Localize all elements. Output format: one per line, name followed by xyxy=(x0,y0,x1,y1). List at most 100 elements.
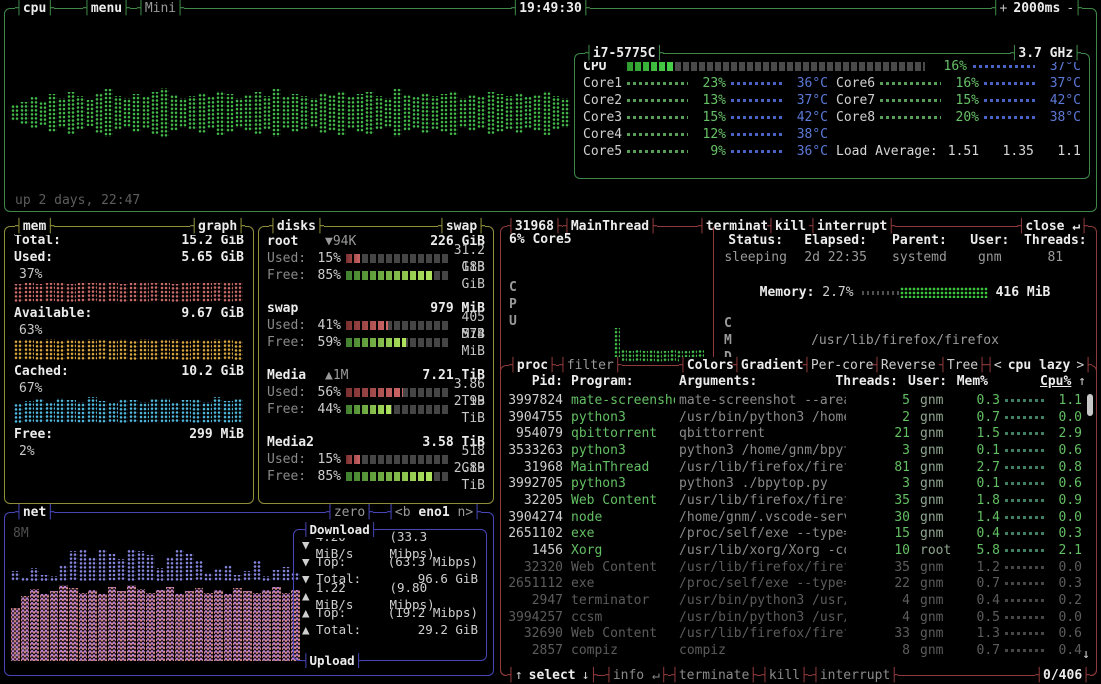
option-per-core[interactable]: ┤Per-core├ xyxy=(803,357,881,374)
process-row[interactable]: 3997824mate-screenshomate-screenshot --a… xyxy=(507,392,1086,409)
rate-decrease-button[interactable]: - xyxy=(1066,0,1074,17)
footer-interrupt[interactable]: ┤interrupt├ xyxy=(812,667,898,684)
graph-bar xyxy=(132,94,140,132)
process-arguments: /usr/bin/python3 /usr/bin/ter xyxy=(679,592,846,609)
net-zero-button[interactable]: ┤zero├ xyxy=(326,504,373,521)
process-row[interactable]: 2947terminator/usr/bin/python3 /usr/bin/… xyxy=(507,592,1086,609)
process-row[interactable]: 2857compizcompiz8gnm0.70.4 xyxy=(507,642,1086,659)
direction-arrow-icon: ▼ xyxy=(302,536,316,553)
core-label: Core3 xyxy=(583,109,627,126)
disk-line-label: Free: xyxy=(267,401,311,418)
graph-bar xyxy=(11,571,20,581)
graph-bar xyxy=(198,93,206,133)
footer-kill[interactable]: ┤kill├ xyxy=(761,667,808,684)
process-row[interactable]: 2651112exe/proc/self/exe --type=rendere2… xyxy=(507,576,1086,593)
column-cpu[interactable]: Cpu% xyxy=(1040,373,1070,390)
load-average-values: 1.51 1.35 1.1 xyxy=(948,143,1081,160)
process-program: Web Content xyxy=(571,559,675,576)
process-row[interactable]: 32690Web Content/usr/lib/firefox/firefox… xyxy=(507,626,1086,643)
graph-bar xyxy=(649,350,655,362)
tab-filter[interactable]: ┤filter├ xyxy=(559,357,622,374)
disk-entry: root▼94K226 GiBUsed:15%31.2 GiBFree:85%1… xyxy=(267,233,485,284)
graph-bar xyxy=(272,89,280,136)
footer-info[interactable]: ┤info ↵├ xyxy=(605,667,668,684)
scroll-down-icon[interactable]: ↓ xyxy=(1082,646,1090,663)
footer-terminate[interactable]: ┤terminate├ xyxy=(671,667,757,684)
option-gradient[interactable]: ┤Gradient├ xyxy=(733,357,811,374)
graph-bar xyxy=(347,97,355,128)
graph-bar xyxy=(14,340,23,360)
process-arguments: /proc/self/exe --type=rendere xyxy=(679,575,846,592)
column-threads[interactable]: Threads: xyxy=(834,373,898,390)
graph-bar xyxy=(635,350,641,362)
disk-line-percent: 15% xyxy=(311,250,341,267)
process-row[interactable]: 1456Xorg/usr/lib/xorg/Xorg -core :0 -10r… xyxy=(507,542,1086,559)
process-row[interactable]: 32320Web Content/usr/lib/firefox/firefox… xyxy=(507,559,1086,576)
process-row[interactable]: 954079qbittorrentqbittorrent21gnm1.52.9 xyxy=(507,425,1086,442)
process-row[interactable]: 3533263python3python3 /home/gnm/bpytop/b… xyxy=(507,442,1086,459)
process-threads: 22 xyxy=(846,575,910,592)
mini-mode-button[interactable]: ┤Mini├ xyxy=(137,0,184,17)
graph-bar xyxy=(77,283,86,302)
footer-select[interactable]: ┤↑select↓├ xyxy=(507,667,597,684)
graph-bar xyxy=(156,590,165,661)
sort-selector[interactable]: ┤<cpu lazy>├ xyxy=(986,357,1092,374)
column-arguments[interactable]: Arguments: xyxy=(679,373,834,390)
graph-bar xyxy=(384,98,392,127)
core-usage-value: 23% xyxy=(694,75,726,92)
process-row[interactable]: 3992705python3python3 ./bpytop.py3gnm0.1… xyxy=(507,475,1086,492)
disk-entry: Media▲1M7.21 TiBUsed:56%3.86 TiBFree:44%… xyxy=(267,367,485,418)
graph-bar xyxy=(146,593,155,661)
graph-bar xyxy=(188,96,196,130)
disks-swap-toggle[interactable]: ┤swap├ xyxy=(438,218,485,235)
process-user: gnm xyxy=(920,492,964,509)
process-cpu: 2.1 xyxy=(1052,542,1082,559)
graph-bar xyxy=(459,98,467,127)
graph-bar xyxy=(30,589,39,661)
mem-graph xyxy=(14,396,244,423)
tab-proc[interactable]: ┤proc├ xyxy=(509,357,556,374)
memory-percent xyxy=(814,284,822,301)
process-row[interactable]: 3994257ccsm/usr/bin/python3 /usr/bin/ccs… xyxy=(507,609,1086,626)
graph-bar xyxy=(181,340,190,360)
column-mem[interactable]: Mem% xyxy=(952,373,988,390)
graph-bar xyxy=(670,350,676,362)
cpu-box-title[interactable]: ┤cpu├ xyxy=(15,0,54,17)
mem-graph-toggle[interactable]: ┤graph├ xyxy=(190,218,245,235)
process-row[interactable]: 31968MainThread/usr/lib/firefox/firefox8… xyxy=(507,459,1086,476)
process-threads: 8 xyxy=(846,642,910,659)
rate-increase-button[interactable]: + xyxy=(1000,0,1008,17)
process-row[interactable]: 3904755python3/usr/bin/python3 /home/gnm… xyxy=(507,409,1086,426)
process-row[interactable]: 2651102exe/proc/self/exe --type=gpu-pro1… xyxy=(507,526,1086,543)
column-user[interactable]: User: xyxy=(908,373,952,390)
menu-button[interactable]: ┤menu├ xyxy=(83,0,130,17)
process-scrollbar[interactable] xyxy=(1087,394,1093,416)
net-interface-switcher[interactable]: ┤<b eno1 n>├ xyxy=(387,504,481,521)
disk-free-line: Free:85%183 GiB xyxy=(267,267,485,284)
graph-bar xyxy=(87,283,96,302)
process-mem: 0.7 xyxy=(964,642,1000,659)
process-user: gnm xyxy=(920,609,964,626)
memory-value: 416 MiB xyxy=(996,284,1051,301)
mem-stat-line: Available:9.67 GiB xyxy=(14,305,244,322)
mem-graph xyxy=(14,282,244,302)
core-label: Core7 xyxy=(836,92,880,109)
process-row[interactable]: 32205Web Content/usr/lib/firefox/firefox… xyxy=(507,492,1086,509)
process-program: python3 xyxy=(571,442,675,459)
cpu-core-row: Core59%36°C xyxy=(583,143,828,160)
graph-bar xyxy=(108,402,117,423)
option-tree[interactable]: ┤Tree├ xyxy=(939,357,986,374)
column-pid[interactable]: Pid: xyxy=(507,373,563,390)
option-reverse[interactable]: ┤Reverse├ xyxy=(873,357,943,374)
graph-bar xyxy=(127,549,136,581)
graph-bar xyxy=(117,591,126,661)
process-cpu-graph xyxy=(1005,632,1047,635)
cpu-usage-graph xyxy=(11,57,571,169)
process-row[interactable]: 3904274node/home/gnm/.vscode-server/bin/… xyxy=(507,509,1086,526)
disk-line-label: Free: xyxy=(267,267,311,284)
process-pid: 3997824 xyxy=(507,392,563,409)
disk-line-value: 2.99 TiB xyxy=(453,393,485,427)
graph-bar xyxy=(282,97,290,128)
cpu-core-row: Core412%38°C xyxy=(583,126,828,143)
column-program[interactable]: Program: xyxy=(571,373,675,390)
